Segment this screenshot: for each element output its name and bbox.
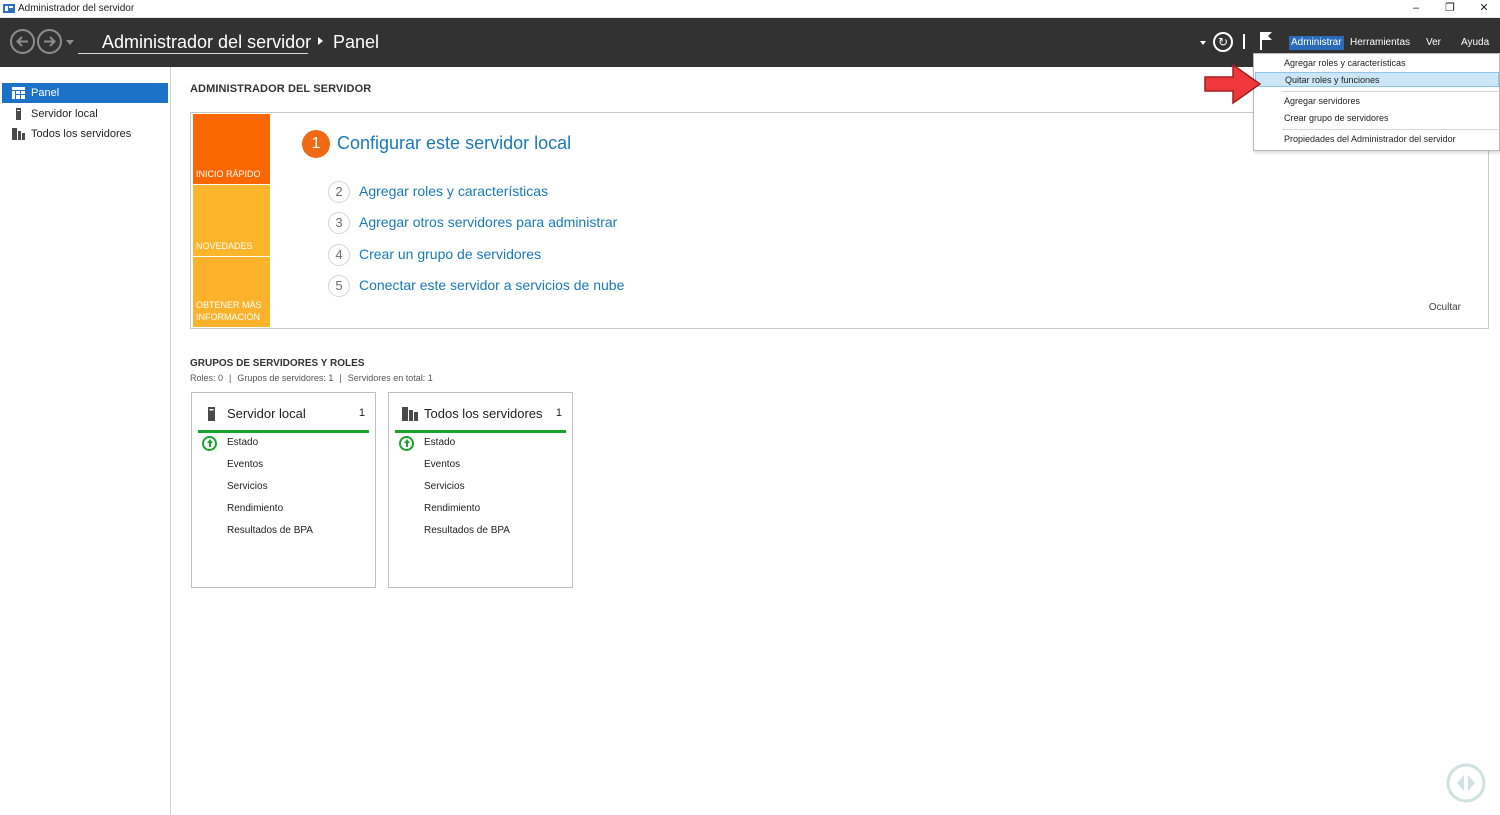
card-count: 1 [555, 407, 562, 419]
watermark-logo-icon [1446, 763, 1486, 803]
back-button[interactable] [10, 29, 35, 54]
sidebar-item-label: Todos los servidores [31, 128, 132, 140]
server-icon [16, 108, 21, 120]
card-row-rendimiento[interactable]: Rendimiento [227, 503, 283, 514]
tile-label: OBTENER MÁS INFORMACIÓN [196, 300, 262, 322]
sidebar-item-servidor-local[interactable]: Servidor local [2, 104, 168, 124]
history-dropdown-icon[interactable] [66, 40, 74, 45]
menu-separator [1282, 91, 1498, 92]
menu-ver[interactable]: Ver [1424, 36, 1443, 50]
card-row-eventos[interactable]: Eventos [227, 459, 263, 470]
breadcrumb-underline [78, 53, 308, 54]
server-group-card-all: Todos los servidores 1 Estado Eventos Se… [388, 392, 573, 588]
step-add-servers-link[interactable]: Agregar otros servidores para administra… [359, 214, 617, 230]
header-divider [1243, 34, 1245, 49]
groups-section-title: GRUPOS DE SERVIDORES Y ROLES [190, 358, 365, 369]
card-row-servicios[interactable]: Servicios [227, 481, 268, 492]
red-pointer-arrow-icon [1204, 63, 1262, 105]
hide-welcome-link[interactable]: Ocultar [1429, 302, 1461, 313]
card-status-bar [395, 430, 566, 433]
card-row-rendimiento[interactable]: Rendimiento [424, 503, 480, 514]
menu-administrar[interactable]: Administrar [1289, 36, 1344, 50]
card-title[interactable]: Todos los servidores [424, 406, 543, 421]
dashboard-icon [12, 87, 25, 99]
groups-count: Grupos de servidores: 1 [237, 373, 334, 383]
sidebar-item-todos-los-servidores[interactable]: Todos los servidores [2, 124, 168, 144]
forward-button[interactable] [37, 29, 62, 54]
card-row-bpa[interactable]: Resultados de BPA [424, 525, 510, 536]
tile-novedades[interactable]: NOVEDADES [193, 185, 270, 256]
server-icon [208, 407, 215, 421]
breadcrumb-app[interactable]: Administrador del servidor [102, 32, 311, 53]
sidebar: Panel Servidor local Todos los servidore… [0, 67, 171, 815]
menu-separator [1282, 129, 1498, 130]
tile-inicio-rapido[interactable]: INICIO RÁPIDO [193, 114, 270, 184]
servers-icon [12, 128, 25, 140]
breadcrumb-page: Panel [333, 32, 380, 52]
administrar-dropdown-menu: Agregar roles y características Quitar r… [1253, 53, 1500, 151]
menu-item-add-roles[interactable]: Agregar roles y características [1255, 56, 1499, 71]
step-create-group-link[interactable]: Crear un grupo de servidores [359, 246, 541, 262]
step-number: 5 [328, 275, 350, 297]
back-arrow-icon [16, 36, 28, 47]
card-row-estado[interactable]: Estado [424, 437, 455, 448]
summary-separator: | [229, 373, 232, 383]
servers-icon [402, 407, 418, 421]
tile-label: NOVEDADES [196, 241, 253, 251]
server-group-card-local: Servidor local 1 Estado Eventos Servicio… [191, 392, 376, 588]
menu-item-remove-roles[interactable]: Quitar roles y funciones [1255, 72, 1499, 87]
minimize-button[interactable]: – [1398, 0, 1434, 18]
menu-item-properties[interactable]: Propiedades del Administrador del servid… [1255, 132, 1499, 147]
step-configure-local-server-link[interactable]: Configurar este servidor local [337, 133, 571, 154]
menu-item-create-group[interactable]: Crear grupo de servidores [1255, 111, 1499, 126]
card-row-estado[interactable]: Estado [227, 437, 258, 448]
card-title[interactable]: Servidor local [227, 406, 306, 421]
step-number: 3 [328, 212, 350, 234]
card-row-bpa[interactable]: Resultados de BPA [227, 525, 313, 536]
step-number: 2 [328, 181, 350, 203]
step-add-roles-link[interactable]: Agregar roles y características [359, 183, 548, 199]
card-count: 1 [358, 407, 365, 419]
window-title: Administrador del servidor [18, 3, 135, 14]
server-manager-app-icon [3, 4, 15, 13]
sidebar-item-panel[interactable]: Panel [2, 83, 168, 103]
restore-button[interactable]: ❐ [1432, 0, 1468, 18]
notifications-dropdown-icon[interactable] [1200, 41, 1206, 45]
close-button[interactable]: ✕ [1466, 0, 1500, 18]
menu-ayuda[interactable]: Ayuda [1459, 36, 1491, 50]
page-title: ADMINISTRADOR DEL SERVIDOR [190, 83, 372, 95]
notification-flag-icon[interactable] [1259, 31, 1273, 51]
refresh-icon[interactable]: ↻ [1213, 32, 1233, 52]
tile-obtener-mas-informacion[interactable]: OBTENER MÁS INFORMACIÓN [193, 257, 270, 327]
sidebar-item-label: Servidor local [31, 108, 98, 120]
menu-herramientas[interactable]: Herramientas [1348, 36, 1412, 50]
sidebar-item-label: Panel [31, 87, 60, 99]
tile-label: INICIO RÁPIDO [196, 169, 261, 179]
window-title-bar: Administrador del servidor – ❐ ✕ [0, 0, 1500, 18]
servers-count: Servidores en total: 1 [347, 373, 433, 383]
roles-count: Roles: 0 [190, 373, 224, 383]
status-ok-icon [399, 436, 414, 451]
groups-summary: Roles: 0 | Grupos de servidores: 1 | Servido… [190, 373, 433, 383]
forward-arrow-icon [44, 36, 56, 47]
summary-separator: | [339, 373, 342, 383]
breadcrumb-separator-icon [318, 37, 323, 45]
status-ok-icon [202, 436, 217, 451]
step-connect-cloud-link[interactable]: Conectar este servidor a servicios de nu… [359, 277, 624, 293]
menu-item-add-servers[interactable]: Agregar servidores [1255, 94, 1499, 109]
card-row-servicios[interactable]: Servicios [424, 481, 465, 492]
step-number: 4 [328, 244, 350, 266]
step-number-badge: 1 [302, 130, 330, 158]
card-status-bar [198, 430, 369, 433]
card-row-eventos[interactable]: Eventos [424, 459, 460, 470]
